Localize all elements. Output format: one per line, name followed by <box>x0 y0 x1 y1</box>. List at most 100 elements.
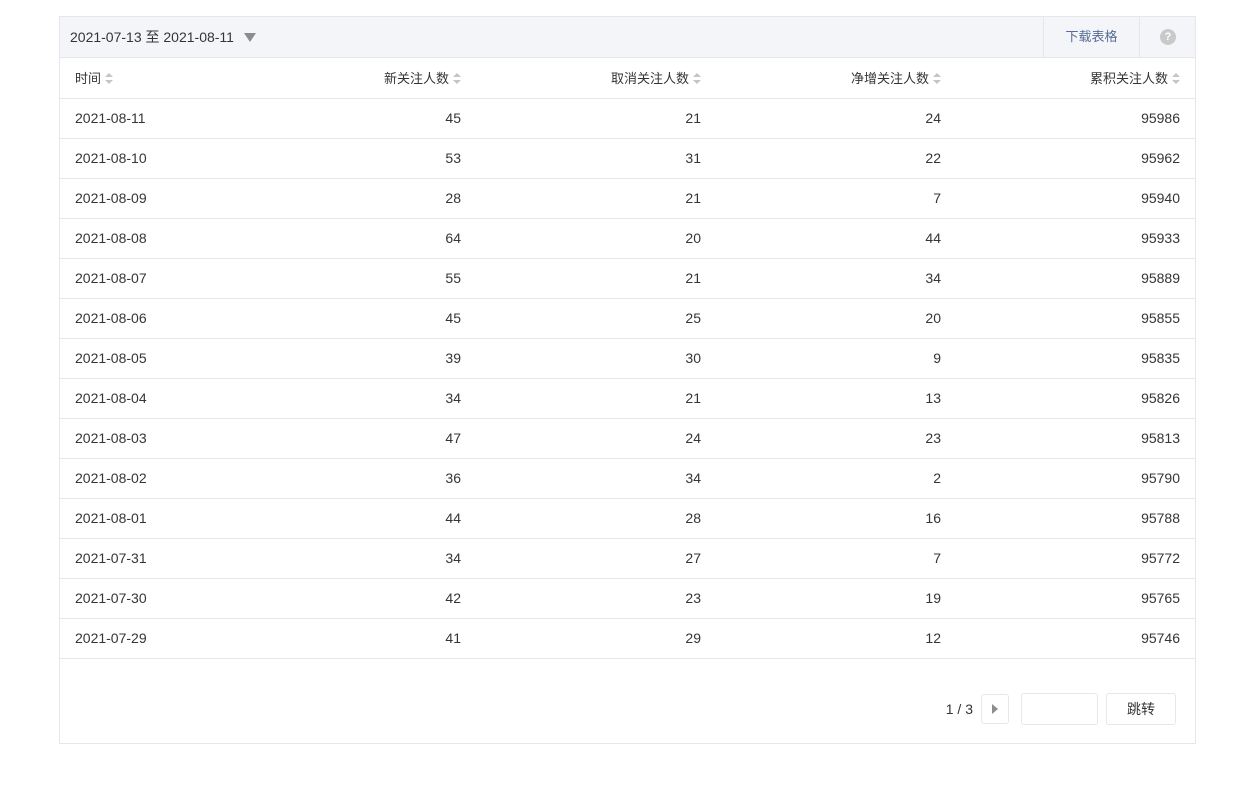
table-row: 2021-08-01 44 28 16 95788 <box>60 498 1195 539</box>
help-button[interactable]: ? <box>1139 17 1196 57</box>
cell-date: 2021-08-03 <box>60 418 220 459</box>
table-row: 2021-07-29 41 29 12 95746 <box>60 618 1195 659</box>
cell-unfollows: 23 <box>476 578 716 619</box>
dropdown-caret-icon <box>243 32 256 42</box>
table-row: 2021-07-31 34 27 7 95772 <box>60 538 1195 579</box>
cell-unfollows: 21 <box>476 98 716 139</box>
cell-net-growth: 2 <box>716 458 956 499</box>
cell-cumulative: 95788 <box>956 498 1195 539</box>
cell-cumulative: 95813 <box>956 418 1195 459</box>
table-row: 2021-08-04 34 21 13 95826 <box>60 378 1195 419</box>
cell-date: 2021-08-02 <box>60 458 220 499</box>
cell-new-followers: 34 <box>220 378 476 419</box>
cell-unfollows: 21 <box>476 258 716 299</box>
sort-icon <box>453 73 461 85</box>
cell-date: 2021-08-04 <box>60 378 220 419</box>
table-row: 2021-08-07 55 21 34 95889 <box>60 258 1195 299</box>
cell-unfollows: 20 <box>476 218 716 259</box>
cell-unfollows: 21 <box>476 378 716 419</box>
cell-unfollows: 24 <box>476 418 716 459</box>
question-icon: ? <box>1160 29 1176 45</box>
cell-net-growth: 13 <box>716 378 956 419</box>
cell-net-growth: 7 <box>716 178 956 219</box>
cell-date: 2021-08-07 <box>60 258 220 299</box>
jump-button[interactable]: 跳转 <box>1106 693 1176 725</box>
cell-unfollows: 27 <box>476 538 716 579</box>
cell-new-followers: 45 <box>220 298 476 339</box>
column-header-net-growth[interactable]: 净增关注人数 <box>716 58 956 99</box>
table-row: 2021-08-03 47 24 23 95813 <box>60 418 1195 459</box>
cell-cumulative: 95826 <box>956 378 1195 419</box>
cell-date: 2021-08-01 <box>60 498 220 539</box>
cell-net-growth: 44 <box>716 218 956 259</box>
column-header-unfollows[interactable]: 取消关注人数 <box>476 58 716 99</box>
table-header-row: 时间 新关注人数 取消关注人数 净增关注人数 累积关注人数 <box>60 58 1195 99</box>
cell-unfollows: 21 <box>476 178 716 219</box>
date-range-label: 2021-07-13 至 2021-08-11 <box>70 29 234 45</box>
sort-icon <box>1172 73 1180 85</box>
next-arrow-icon <box>992 704 998 714</box>
cell-unfollows: 31 <box>476 138 716 179</box>
column-header-date[interactable]: 时间 <box>60 58 220 99</box>
table-row: 2021-08-11 45 21 24 95986 <box>60 98 1195 139</box>
column-header-new-followers[interactable]: 新关注人数 <box>220 58 476 99</box>
cell-new-followers: 47 <box>220 418 476 459</box>
cell-net-growth: 7 <box>716 538 956 579</box>
cell-net-growth: 16 <box>716 498 956 539</box>
cell-unfollows: 34 <box>476 458 716 499</box>
table-body: 2021-08-11 45 21 24 95986 2021-08-10 53 … <box>60 98 1195 659</box>
cell-net-growth: 22 <box>716 138 956 179</box>
cell-cumulative: 95835 <box>956 338 1195 379</box>
cell-unfollows: 30 <box>476 338 716 379</box>
sort-icon <box>693 73 701 85</box>
date-range-picker[interactable]: 2021-07-13 至 2021-08-11 <box>70 17 256 57</box>
column-header-label: 新关注人数 <box>383 71 449 87</box>
column-header-label: 取消关注人数 <box>610 71 689 87</box>
cell-cumulative: 95765 <box>956 578 1195 619</box>
cell-cumulative: 95790 <box>956 458 1195 499</box>
cell-date: 2021-07-29 <box>60 618 220 659</box>
cell-date: 2021-07-30 <box>60 578 220 619</box>
cell-new-followers: 34 <box>220 538 476 579</box>
cell-new-followers: 39 <box>220 338 476 379</box>
cell-cumulative: 95855 <box>956 298 1195 339</box>
page-jump-input[interactable] <box>1021 693 1098 725</box>
followers-table: 时间 新关注人数 取消关注人数 净增关注人数 累积关注人数 2021-08-11… <box>60 58 1195 659</box>
pagination: 1 / 3 跳转 <box>946 693 1176 725</box>
cell-net-growth: 24 <box>716 98 956 139</box>
cell-cumulative: 95746 <box>956 618 1195 659</box>
cell-unfollows: 29 <box>476 618 716 659</box>
cell-date: 2021-08-11 <box>60 98 220 139</box>
cell-cumulative: 95940 <box>956 178 1195 219</box>
cell-net-growth: 20 <box>716 298 956 339</box>
cell-cumulative: 95933 <box>956 218 1195 259</box>
stats-table-panel: 2021-07-13 至 2021-08-11 下载表格 ? 时间 新关注人数 … <box>59 16 1196 744</box>
column-header-cumulative[interactable]: 累积关注人数 <box>956 58 1195 99</box>
table-row: 2021-08-02 36 34 2 95790 <box>60 458 1195 499</box>
cell-new-followers: 28 <box>220 178 476 219</box>
column-header-label: 净增关注人数 <box>850 71 929 87</box>
download-table-button[interactable]: 下载表格 <box>1043 17 1139 57</box>
cell-new-followers: 45 <box>220 98 476 139</box>
cell-date: 2021-08-10 <box>60 138 220 179</box>
cell-new-followers: 53 <box>220 138 476 179</box>
next-page-button[interactable] <box>981 694 1009 724</box>
cell-date: 2021-08-05 <box>60 338 220 379</box>
sort-icon <box>105 73 114 85</box>
cell-net-growth: 12 <box>716 618 956 659</box>
cell-new-followers: 41 <box>220 618 476 659</box>
cell-date: 2021-08-09 <box>60 178 220 219</box>
cell-new-followers: 55 <box>220 258 476 299</box>
cell-cumulative: 95889 <box>956 258 1195 299</box>
column-header-label: 时间 <box>75 71 102 87</box>
cell-net-growth: 34 <box>716 258 956 299</box>
cell-new-followers: 44 <box>220 498 476 539</box>
cell-new-followers: 36 <box>220 458 476 499</box>
table-row: 2021-08-06 45 25 20 95855 <box>60 298 1195 339</box>
cell-date: 2021-07-31 <box>60 538 220 579</box>
table-row: 2021-08-05 39 30 9 95835 <box>60 338 1195 379</box>
sort-icon <box>933 73 941 85</box>
cell-unfollows: 28 <box>476 498 716 539</box>
cell-new-followers: 42 <box>220 578 476 619</box>
cell-net-growth: 9 <box>716 338 956 379</box>
